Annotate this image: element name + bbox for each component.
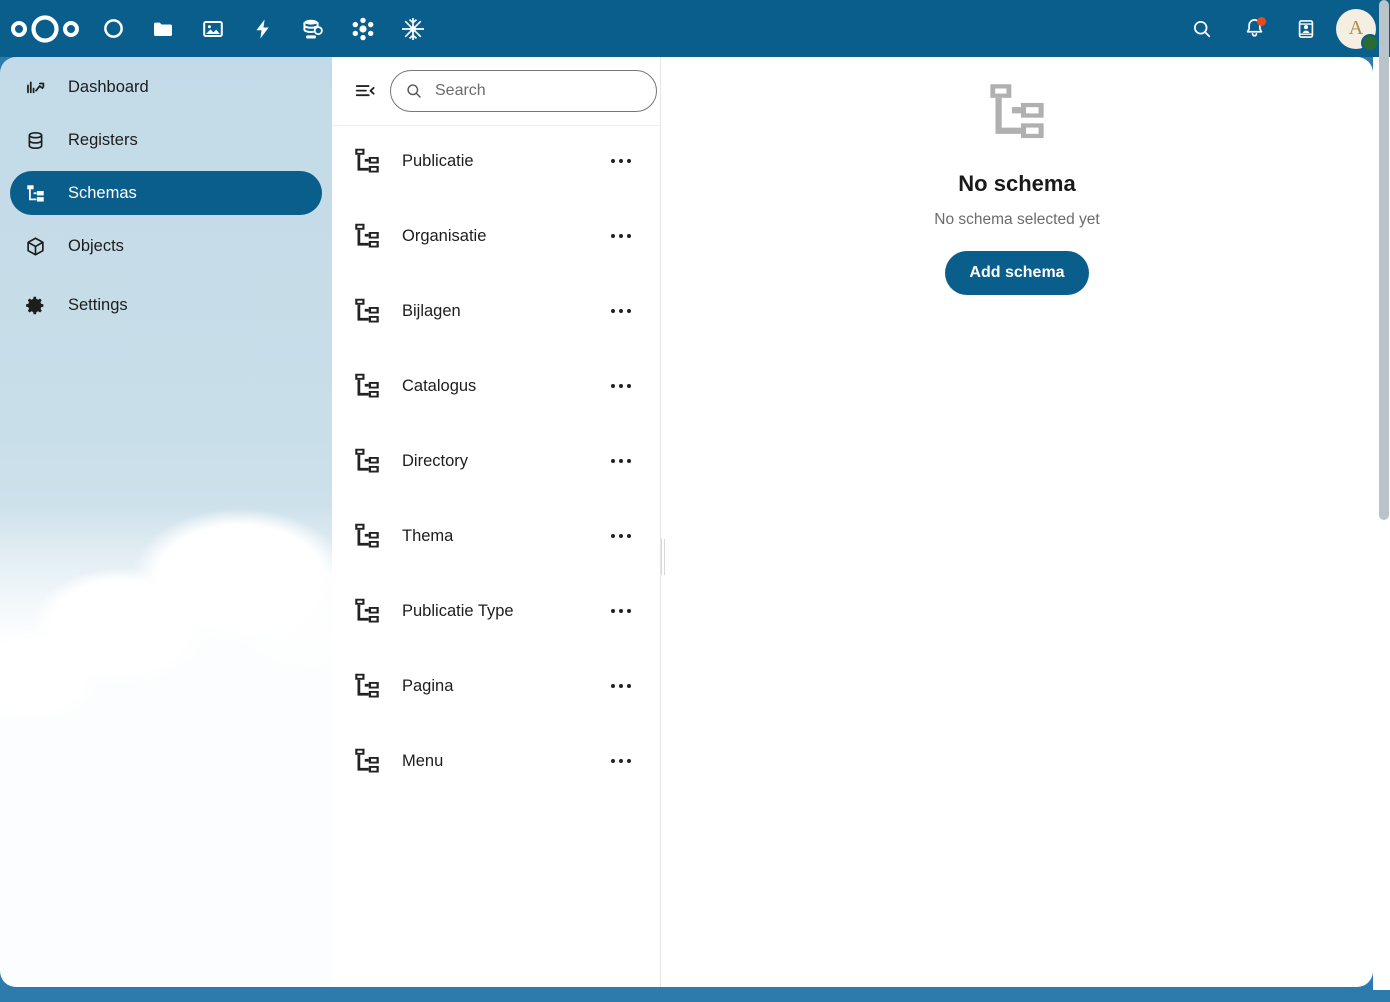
list-item[interactable]: Directory xyxy=(342,434,650,488)
list-item-actions-icon[interactable] xyxy=(604,444,638,478)
files-app-icon[interactable] xyxy=(138,4,188,54)
sitemap-icon xyxy=(350,369,384,403)
sitemap-icon xyxy=(350,744,384,778)
sidebar-item-registers[interactable]: Registers xyxy=(10,118,322,162)
list-item-actions-icon[interactable] xyxy=(604,219,638,253)
top-header-bar: A xyxy=(0,0,1390,57)
resize-grip-line xyxy=(664,539,665,575)
schema-detail-panel: No schema No schema selected yet Add sch… xyxy=(661,57,1373,987)
contacts-icon[interactable] xyxy=(1282,5,1330,53)
page-scrollbar[interactable] xyxy=(1378,0,1390,1002)
list-item-actions-icon[interactable] xyxy=(604,144,638,178)
chart-timeline-variant-icon xyxy=(24,76,46,98)
dashboard-app-icon[interactable] xyxy=(88,4,138,54)
list-item[interactable]: Catalogus xyxy=(342,359,650,413)
sidebar-item-label: Settings xyxy=(68,295,128,314)
list-item-label: Publicatie xyxy=(402,151,474,170)
openregister-app-icon[interactable] xyxy=(288,4,338,54)
sidebar-item-settings[interactable]: Settings xyxy=(10,283,322,327)
list-item-label: Bijlagen xyxy=(402,301,461,320)
list-item[interactable]: Pagina xyxy=(342,659,650,713)
empty-state-subtitle: No schema selected yet xyxy=(934,211,1100,228)
notifications-bell-icon[interactable] xyxy=(1230,5,1278,53)
sitemap-icon xyxy=(350,444,384,478)
search-icon xyxy=(405,82,423,100)
avatar-online-status-icon xyxy=(1361,33,1379,52)
database-icon xyxy=(24,129,46,151)
header-right-controls: A xyxy=(1178,0,1384,57)
list-item[interactable]: Organisatie xyxy=(342,209,650,263)
sitemap-icon xyxy=(350,669,384,703)
sidebar-item-dashboard[interactable]: Dashboard xyxy=(10,65,322,109)
list-item-actions-icon[interactable] xyxy=(604,669,638,703)
sitemap-icon xyxy=(350,519,384,553)
list-item[interactable]: Publicatie Type xyxy=(342,584,650,638)
list-item-label: Directory xyxy=(402,451,469,470)
list-item[interactable]: Menu xyxy=(342,734,650,788)
list-item-label: Publicatie Type xyxy=(402,601,514,620)
list-item[interactable]: Thema xyxy=(342,509,650,563)
sidebar-item-label: Schemas xyxy=(68,183,137,202)
list-item[interactable]: Publicatie xyxy=(342,134,650,188)
opencatalogi-app-icon[interactable] xyxy=(388,4,438,54)
sitemap-icon xyxy=(24,182,46,204)
collapse-list-icon[interactable] xyxy=(346,72,384,110)
bottom-strip xyxy=(0,990,1390,1002)
search-input-wrapper[interactable] xyxy=(390,70,657,112)
sitemap-icon xyxy=(350,594,384,628)
resize-grip-line xyxy=(661,539,662,575)
nextcloud-app-window: A Dashboard Registers Schemas Objects Se… xyxy=(0,0,1390,1002)
sidebar-item-label: Dashboard xyxy=(68,77,149,96)
list-item-label: Catalogus xyxy=(402,376,477,395)
list-item-actions-icon[interactable] xyxy=(604,294,638,328)
nextcloud-logo[interactable] xyxy=(2,4,88,54)
list-item-label: Thema xyxy=(402,526,454,545)
sitemap-icon xyxy=(350,144,384,178)
add-schema-button[interactable]: Add schema xyxy=(945,251,1089,295)
list-item-label: Pagina xyxy=(402,676,454,695)
list-item[interactable]: Bijlagen xyxy=(342,284,650,338)
sitemap-icon xyxy=(350,219,384,253)
list-item-label: Organisatie xyxy=(402,226,487,245)
list-item-actions-icon[interactable] xyxy=(604,369,638,403)
sidebar-item-schemas[interactable]: Schemas xyxy=(10,171,322,215)
search-input[interactable] xyxy=(435,82,642,100)
schema-list-panel: Publicatie xyxy=(332,57,693,987)
search-icon[interactable] xyxy=(1178,5,1226,53)
photos-app-icon[interactable] xyxy=(188,4,238,54)
avatar[interactable]: A xyxy=(1336,8,1379,52)
list-item-actions-icon[interactable] xyxy=(604,594,638,628)
list-item-label: Menu xyxy=(402,751,444,770)
list-panel-header xyxy=(332,57,693,126)
list-item-actions-icon[interactable] xyxy=(604,519,638,553)
page-title: No schema xyxy=(958,171,1076,196)
cube-outline-icon xyxy=(24,235,46,257)
sidebar-item-objects[interactable]: Objects xyxy=(10,224,322,268)
list-item-actions-icon[interactable] xyxy=(604,744,638,778)
activity-app-icon[interactable] xyxy=(238,4,288,54)
app-sidebar-navigation: Dashboard Registers Schemas Objects Sett… xyxy=(0,57,332,987)
openconnector-app-icon[interactable] xyxy=(338,4,388,54)
app-navigation-icons xyxy=(0,0,438,57)
sitemap-icon xyxy=(350,294,384,328)
sitemap-icon xyxy=(983,78,1051,151)
empty-state: No schema No schema selected yet Add sch… xyxy=(661,57,1373,295)
app-content-area: Dashboard Registers Schemas Objects Sett… xyxy=(0,57,1390,1002)
notification-badge xyxy=(1257,16,1266,26)
panel-resize-handle[interactable] xyxy=(658,497,668,617)
gear-icon xyxy=(24,294,46,316)
sidebar-item-label: Objects xyxy=(68,236,124,255)
schema-list: Publicatie Organisatie Bijlagen Catalogu… xyxy=(332,126,660,788)
sidebar-item-label: Registers xyxy=(68,130,138,149)
page-scrollbar-thumb[interactable] xyxy=(1379,0,1389,520)
